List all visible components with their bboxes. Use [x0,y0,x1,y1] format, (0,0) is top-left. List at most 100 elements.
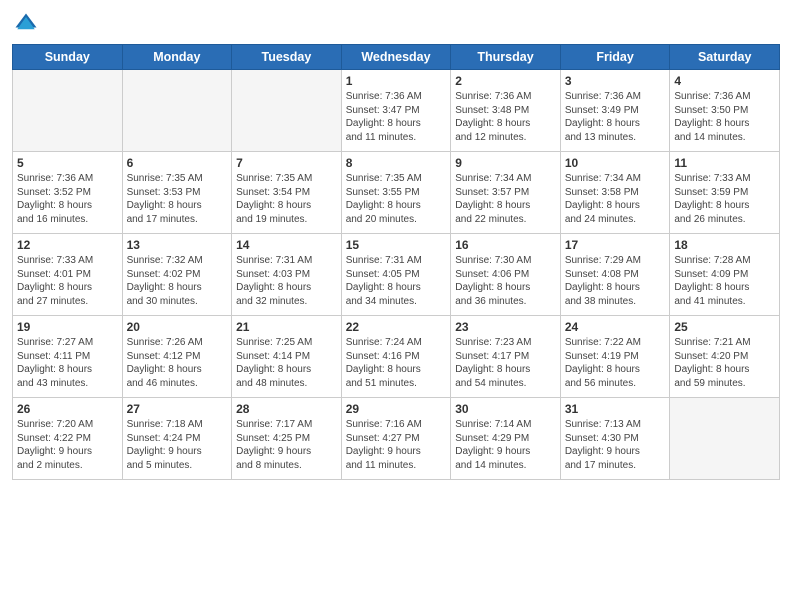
calendar-cell: 7 Sunrise: 7:35 AM Sunset: 3:54 PM Daylig… [232,152,342,234]
day-number: 22 [346,320,447,334]
day-info: Sunrise: 7:33 AM Sunset: 3:59 PM Dayligh… [674,172,775,226]
day-number: 1 [346,74,447,88]
calendar-cell: 22 Sunrise: 7:24 AM Sunset: 4:16 PM Dayli… [341,316,451,398]
calendar-cell: 15 Sunrise: 7:31 AM Sunset: 4:05 PM Dayli… [341,234,451,316]
calendar-cell: 28 Sunrise: 7:17 AM Sunset: 4:25 PM Dayli… [232,398,342,480]
day-number: 27 [127,402,228,416]
weekday-header-friday: Friday [560,45,670,70]
calendar-cell: 29Sunrise: 7:16 AM Sunset: 4:27 PM Dayli… [341,398,451,480]
day-number: 13 [127,238,228,252]
day-number: 2 [455,74,556,88]
weekday-header-sunday: Sunday [13,45,123,70]
day-info: Sunrise: 7:34 AM Sunset: 3:57 PM Dayligh… [455,172,556,226]
day-info: Sunrise: 7:36 AM Sunset: 3:48 PM Dayligh… [455,90,556,144]
logo [12,10,42,38]
day-info: Sunrise: 7:18 AM Sunset: 4:24 PM Dayligh… [127,418,228,472]
week-row-1: 5 Sunrise: 7:36 AM Sunset: 3:52 PM Daylig… [13,152,780,234]
calendar-cell: 30Sunrise: 7:14 AM Sunset: 4:29 PM Dayli… [451,398,561,480]
day-number: 8 [346,156,447,170]
calendar-cell: 18 Sunrise: 7:28 AM Sunset: 4:09 PM Dayli… [670,234,780,316]
calendar-cell [232,70,342,152]
weekday-header-wednesday: Wednesday [341,45,451,70]
week-row-2: 12Sunrise: 7:33 AM Sunset: 4:01 PM Dayli… [13,234,780,316]
day-info: Sunrise: 7:35 AM Sunset: 3:53 PM Dayligh… [127,172,228,226]
week-row-4: 26 Sunrise: 7:20 AM Sunset: 4:22 PM Dayli… [13,398,780,480]
day-info: Sunrise: 7:17 AM Sunset: 4:25 PM Dayligh… [236,418,337,472]
logo-icon [12,10,40,38]
weekday-header-saturday: Saturday [670,45,780,70]
calendar-cell: 31 Sunrise: 7:13 AM Sunset: 4:30 PM Dayli… [560,398,670,480]
calendar-cell: 11 Sunrise: 7:33 AM Sunset: 3:59 PM Dayli… [670,152,780,234]
day-info: Sunrise: 7:36 AM Sunset: 3:52 PM Dayligh… [17,172,118,226]
day-number: 25 [674,320,775,334]
day-number: 15 [346,238,447,252]
calendar-cell: 4Sunrise: 7:36 AM Sunset: 3:50 PM Daylig… [670,70,780,152]
calendar-cell: 10 Sunrise: 7:34 AM Sunset: 3:58 PM Dayli… [560,152,670,234]
day-number: 23 [455,320,556,334]
calendar-cell: 24Sunrise: 7:22 AM Sunset: 4:19 PM Dayli… [560,316,670,398]
day-info: Sunrise: 7:25 AM Sunset: 4:14 PM Dayligh… [236,336,337,390]
day-number: 12 [17,238,118,252]
day-info: Sunrise: 7:22 AM Sunset: 4:19 PM Dayligh… [565,336,666,390]
calendar-cell: 14 Sunrise: 7:31 AM Sunset: 4:03 PM Dayli… [232,234,342,316]
day-info: Sunrise: 7:35 AM Sunset: 3:54 PM Dayligh… [236,172,337,226]
weekday-header-monday: Monday [122,45,232,70]
calendar-cell: 20Sunrise: 7:26 AM Sunset: 4:12 PM Dayli… [122,316,232,398]
calendar-cell: 25 Sunrise: 7:21 AM Sunset: 4:20 PM Dayli… [670,316,780,398]
calendar-cell: 1 Sunrise: 7:36 AM Sunset: 3:47 PM Daylig… [341,70,451,152]
day-info: Sunrise: 7:36 AM Sunset: 3:47 PM Dayligh… [346,90,447,144]
calendar-table: SundayMondayTuesdayWednesdayThursdayFrid… [12,44,780,480]
calendar-cell: 16Sunrise: 7:30 AM Sunset: 4:06 PM Dayli… [451,234,561,316]
week-row-3: 19Sunrise: 7:27 AM Sunset: 4:11 PM Dayli… [13,316,780,398]
calendar-cell: 5 Sunrise: 7:36 AM Sunset: 3:52 PM Daylig… [13,152,123,234]
day-number: 21 [236,320,337,334]
calendar-cell: 12Sunrise: 7:33 AM Sunset: 4:01 PM Dayli… [13,234,123,316]
calendar-cell [122,70,232,152]
day-info: Sunrise: 7:21 AM Sunset: 4:20 PM Dayligh… [674,336,775,390]
day-number: 29 [346,402,447,416]
calendar-cell [670,398,780,480]
weekday-header-tuesday: Tuesday [232,45,342,70]
calendar-cell: 3Sunrise: 7:36 AM Sunset: 3:49 PM Daylig… [560,70,670,152]
day-number: 26 [17,402,118,416]
calendar-cell: 8 Sunrise: 7:35 AM Sunset: 3:55 PM Daylig… [341,152,451,234]
day-info: Sunrise: 7:13 AM Sunset: 4:30 PM Dayligh… [565,418,666,472]
day-number: 14 [236,238,337,252]
day-number: 18 [674,238,775,252]
calendar-cell: 6 Sunrise: 7:35 AM Sunset: 3:53 PM Daylig… [122,152,232,234]
day-number: 10 [565,156,666,170]
day-info: Sunrise: 7:31 AM Sunset: 4:05 PM Dayligh… [346,254,447,308]
calendar-cell [13,70,123,152]
day-number: 28 [236,402,337,416]
calendar-cell: 13 Sunrise: 7:32 AM Sunset: 4:02 PM Dayli… [122,234,232,316]
day-info: Sunrise: 7:28 AM Sunset: 4:09 PM Dayligh… [674,254,775,308]
day-info: Sunrise: 7:23 AM Sunset: 4:17 PM Dayligh… [455,336,556,390]
day-number: 9 [455,156,556,170]
day-info: Sunrise: 7:35 AM Sunset: 3:55 PM Dayligh… [346,172,447,226]
day-number: 4 [674,74,775,88]
day-info: Sunrise: 7:34 AM Sunset: 3:58 PM Dayligh… [565,172,666,226]
weekday-header-thursday: Thursday [451,45,561,70]
day-number: 19 [17,320,118,334]
page-container: SundayMondayTuesdayWednesdayThursdayFrid… [0,0,792,488]
calendar-cell: 17 Sunrise: 7:29 AM Sunset: 4:08 PM Dayli… [560,234,670,316]
day-number: 7 [236,156,337,170]
day-number: 31 [565,402,666,416]
day-info: Sunrise: 7:20 AM Sunset: 4:22 PM Dayligh… [17,418,118,472]
day-info: Sunrise: 7:29 AM Sunset: 4:08 PM Dayligh… [565,254,666,308]
day-number: 5 [17,156,118,170]
day-number: 11 [674,156,775,170]
calendar-cell: 2 Sunrise: 7:36 AM Sunset: 3:48 PM Daylig… [451,70,561,152]
day-info: Sunrise: 7:31 AM Sunset: 4:03 PM Dayligh… [236,254,337,308]
day-info: Sunrise: 7:32 AM Sunset: 4:02 PM Dayligh… [127,254,228,308]
calendar-cell: 21 Sunrise: 7:25 AM Sunset: 4:14 PM Dayli… [232,316,342,398]
calendar-cell: 26 Sunrise: 7:20 AM Sunset: 4:22 PM Dayli… [13,398,123,480]
weekday-header-row: SundayMondayTuesdayWednesdayThursdayFrid… [13,45,780,70]
day-info: Sunrise: 7:30 AM Sunset: 4:06 PM Dayligh… [455,254,556,308]
day-number: 6 [127,156,228,170]
day-number: 20 [127,320,228,334]
day-number: 17 [565,238,666,252]
day-info: Sunrise: 7:24 AM Sunset: 4:16 PM Dayligh… [346,336,447,390]
week-row-0: 1 Sunrise: 7:36 AM Sunset: 3:47 PM Daylig… [13,70,780,152]
calendar-cell: 19Sunrise: 7:27 AM Sunset: 4:11 PM Dayli… [13,316,123,398]
